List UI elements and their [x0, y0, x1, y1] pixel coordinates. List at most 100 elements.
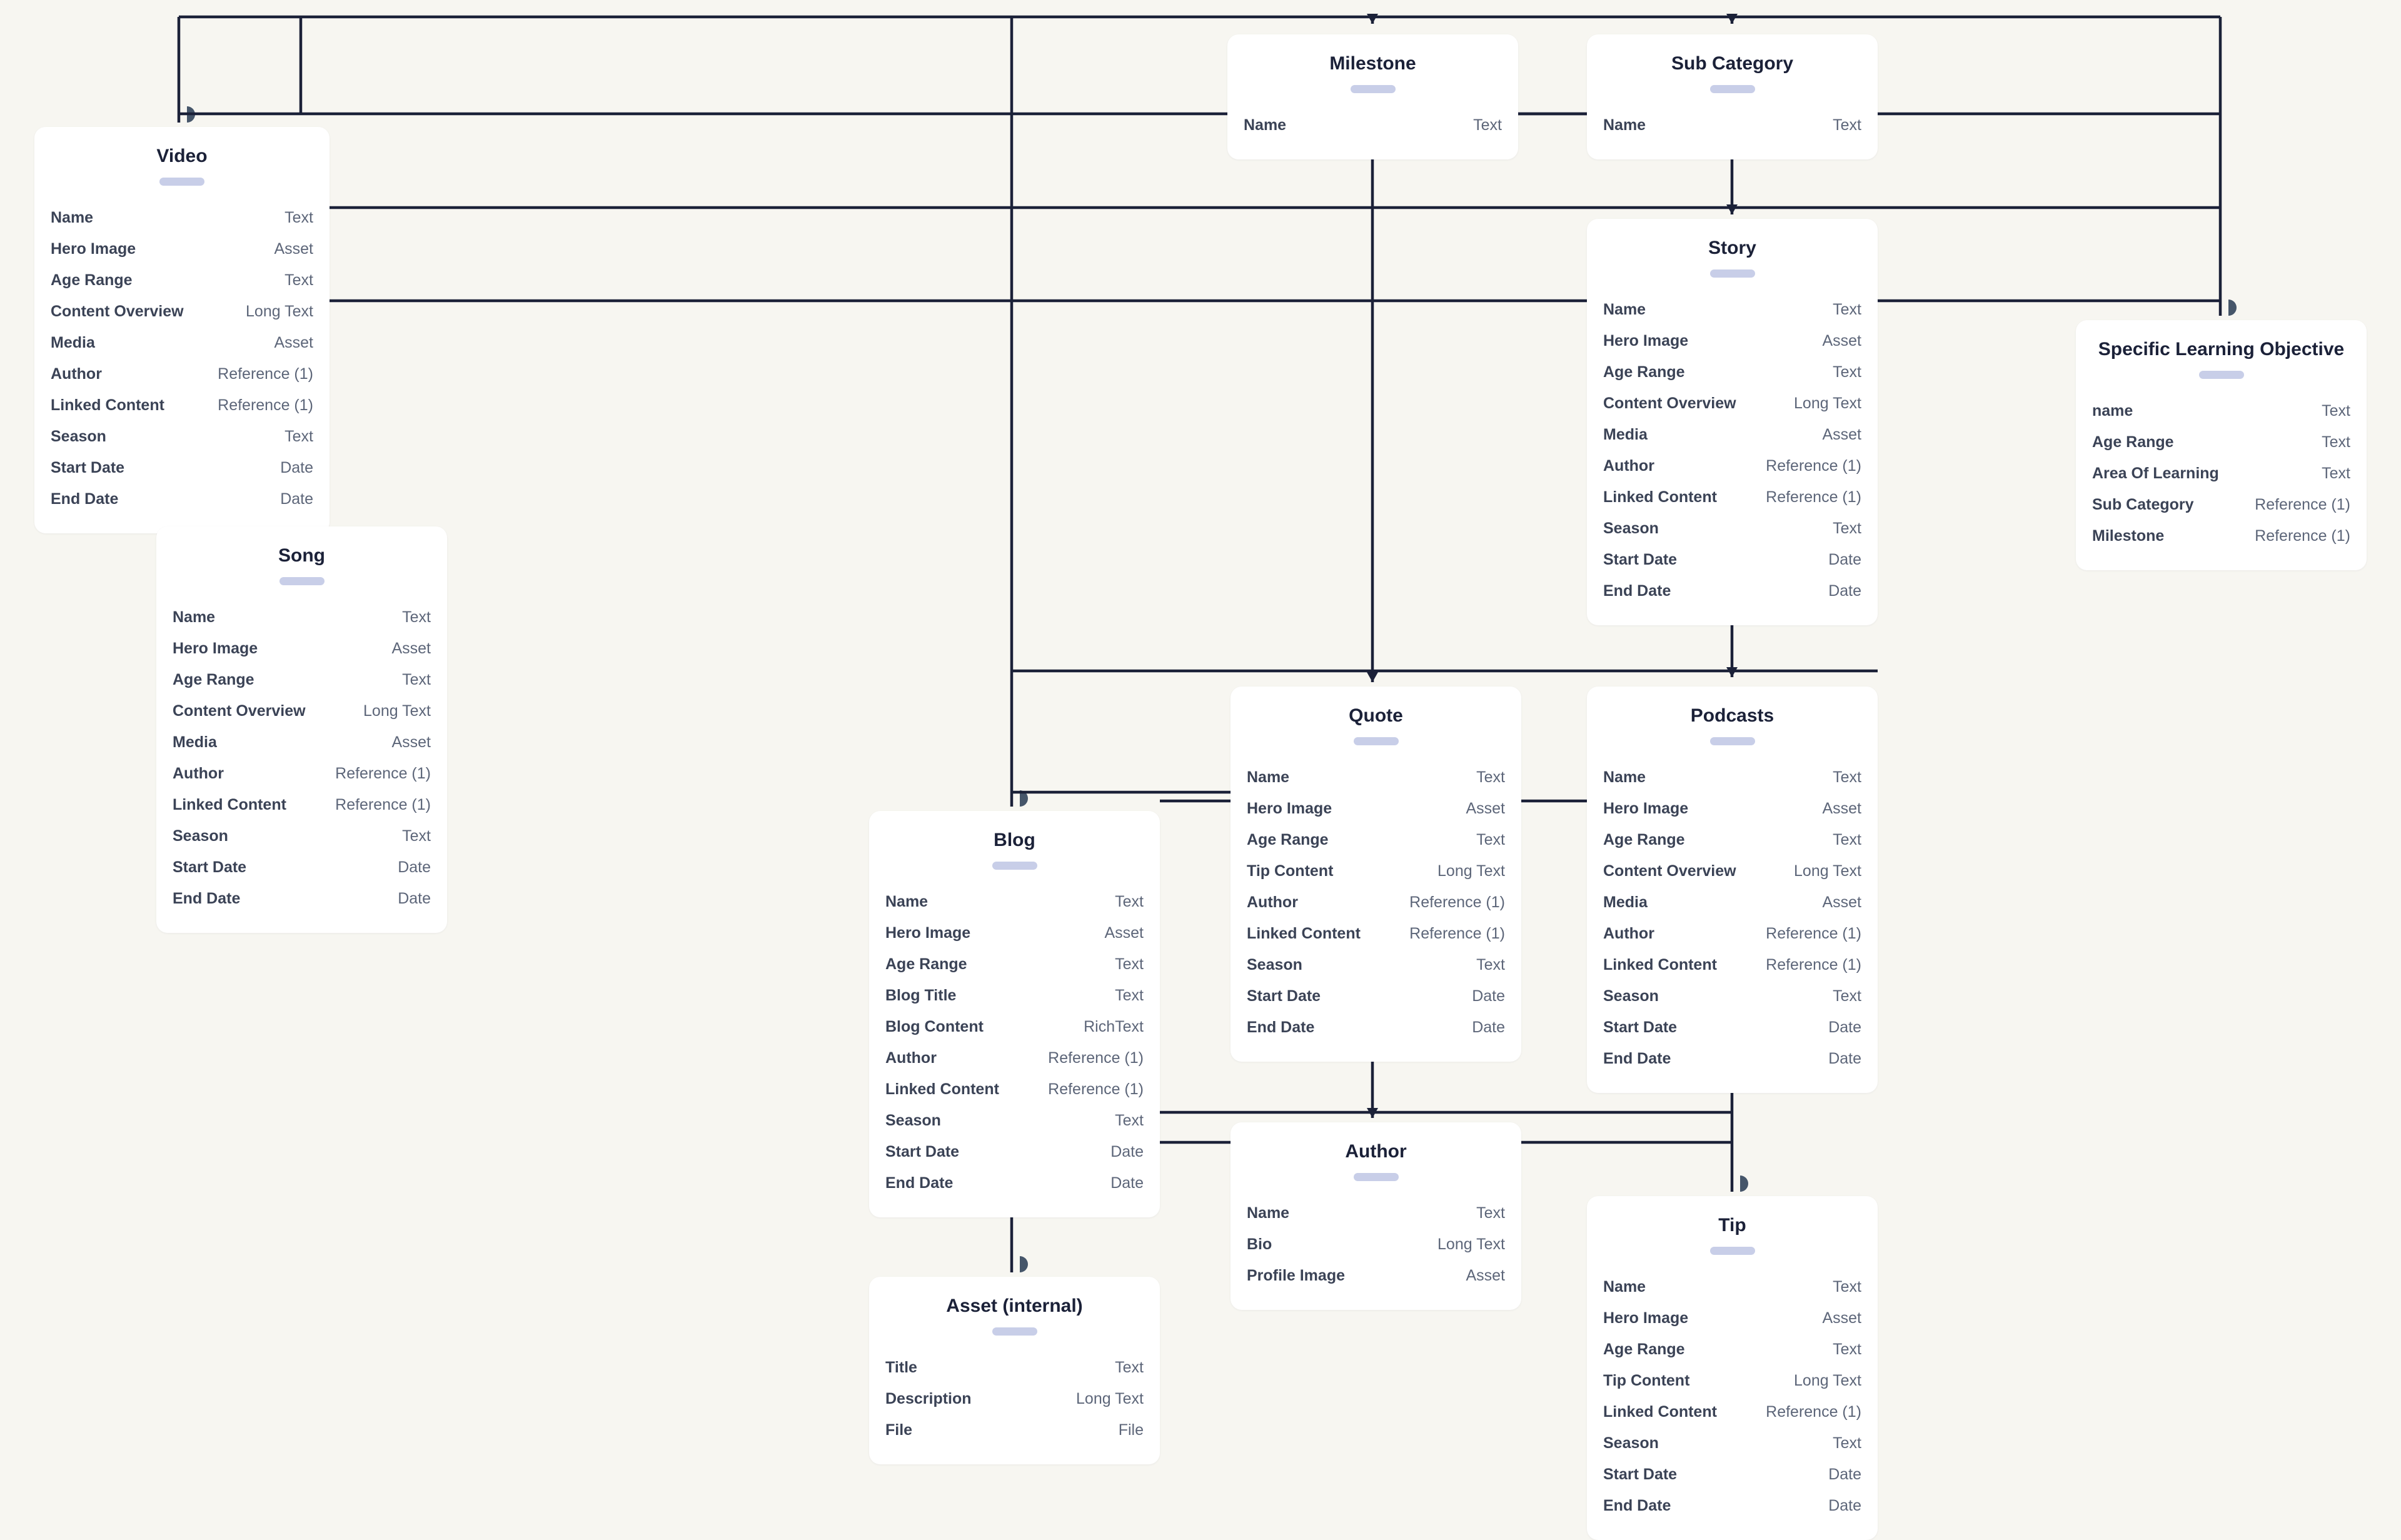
entity-field-row[interactable]: Content Overview Long Text: [1603, 388, 1861, 419]
entity-field-row[interactable]: Description Long Text: [885, 1383, 1144, 1414]
entity-field-row[interactable]: Media Asset: [173, 727, 431, 758]
entity-field-row[interactable]: Season Text: [51, 421, 313, 452]
entity-field-row[interactable]: Hero Image Asset: [51, 233, 313, 264]
entity-field-row[interactable]: Age Range Text: [2092, 426, 2350, 458]
entity-card-quote[interactable]: Quote Name Text Hero Image Asset Age Range Tex…: [1231, 687, 1521, 1062]
entity-field-row[interactable]: Author Reference (1): [1603, 450, 1861, 481]
entity-field-row[interactable]: Author Reference (1): [1603, 918, 1861, 949]
entity-field-row[interactable]: Linked Content Reference (1): [1603, 481, 1861, 513]
entity-field-row[interactable]: Linked Content Reference (1): [51, 390, 313, 421]
field-name: End Date: [1603, 1050, 1671, 1067]
entity-card-story[interactable]: Story Name Text Hero Image Asset Age Range Tex…: [1587, 219, 1878, 625]
entity-field-row[interactable]: Hero Image Asset: [1603, 325, 1861, 356]
entity-field-row[interactable]: Bio Long Text: [1247, 1229, 1505, 1260]
entity-field-row[interactable]: Tip Content Long Text: [1603, 1365, 1861, 1396]
entity-card-song[interactable]: Song Name Text Hero Image Asset Age Range Text…: [156, 526, 447, 933]
entity-field-row[interactable]: Media Asset: [51, 327, 313, 358]
entity-field-row[interactable]: Author Reference (1): [1247, 887, 1505, 918]
entity-field-row[interactable]: Name Text: [51, 202, 313, 233]
entity-field-row[interactable]: Profile Image Asset: [1247, 1260, 1505, 1291]
entity-field-row[interactable]: Start Date Date: [1247, 980, 1505, 1012]
entity-field-row[interactable]: Name Text: [1247, 762, 1505, 793]
entity-field-row[interactable]: Age Range Text: [1603, 1334, 1861, 1365]
entity-field-row[interactable]: Name Text: [1247, 1197, 1505, 1229]
entity-field-row[interactable]: Start Date Date: [1603, 1459, 1861, 1490]
entity-field-row[interactable]: Milestone Reference (1): [2092, 520, 2350, 551]
entity-field-row[interactable]: Linked Content Reference (1): [885, 1074, 1144, 1105]
entity-field-row[interactable]: Content Overview Long Text: [173, 695, 431, 727]
entity-badge-chip: [1353, 1173, 1399, 1181]
entity-field-row[interactable]: Hero Image Asset: [1247, 793, 1505, 824]
entity-card-video[interactable]: Video Name Text Hero Image Asset Age Range Tex…: [34, 127, 330, 533]
entity-field-row[interactable]: End Date Date: [51, 483, 313, 515]
entity-field-row[interactable]: Content Overview Long Text: [1603, 855, 1861, 887]
entity-field-row[interactable]: Linked Content Reference (1): [1247, 918, 1505, 949]
entity-field-row[interactable]: Hero Image Asset: [885, 917, 1144, 949]
entity-field-row[interactable]: name Text: [2092, 395, 2350, 426]
entity-field-row[interactable]: Tip Content Long Text: [1247, 855, 1505, 887]
entity-field-row[interactable]: Linked Content Reference (1): [1603, 1396, 1861, 1427]
field-name: Linked Content: [1603, 956, 1717, 974]
entity-field-row[interactable]: Season Text: [1247, 949, 1505, 980]
entity-field-row[interactable]: Author Reference (1): [51, 358, 313, 390]
entity-field-row[interactable]: Author Reference (1): [173, 758, 431, 789]
entity-field-row[interactable]: Start Date Date: [51, 452, 313, 483]
entity-field-row[interactable]: Start Date Date: [1603, 1012, 1861, 1043]
entity-field-row[interactable]: Linked Content Reference (1): [173, 789, 431, 820]
entity-field-row[interactable]: Age Range Text: [1247, 824, 1505, 855]
entity-field-row[interactable]: Content Overview Long Text: [51, 296, 313, 327]
entity-card-blog[interactable]: Blog Name Text Hero Image Asset Age Range Text…: [869, 811, 1160, 1217]
entity-field-row[interactable]: Season Text: [885, 1105, 1144, 1136]
entity-field-row[interactable]: Start Date Date: [173, 852, 431, 883]
entity-field-row[interactable]: Age Range Text: [1603, 824, 1861, 855]
entity-field-row[interactable]: End Date Date: [173, 883, 431, 914]
field-name: Age Range: [51, 271, 133, 289]
entity-field-row[interactable]: File File: [885, 1414, 1144, 1446]
entity-field-row[interactable]: End Date Date: [885, 1167, 1144, 1199]
entity-field-row[interactable]: Name Text: [885, 886, 1144, 917]
entity-field-row[interactable]: End Date Date: [1603, 575, 1861, 606]
entity-field-row[interactable]: Media Asset: [1603, 419, 1861, 450]
entity-field-row[interactable]: Title Text: [885, 1352, 1144, 1383]
entity-field-row[interactable]: Name Text: [1603, 294, 1861, 325]
entity-card-milestone[interactable]: Milestone Name Text: [1227, 34, 1518, 159]
entity-field-row[interactable]: Start Date Date: [1603, 544, 1861, 575]
entity-field-row[interactable]: Linked Content Reference (1): [1603, 949, 1861, 980]
entity-card-specific_learning_objective[interactable]: Specific Learning Objective name Text Age R…: [2076, 320, 2367, 570]
entity-field-row[interactable]: End Date Date: [1603, 1490, 1861, 1521]
entity-card-podcasts[interactable]: Podcasts Name Text Hero Image Asset Age Range…: [1587, 687, 1878, 1093]
entity-field-row[interactable]: Blog Content RichText: [885, 1011, 1144, 1042]
entity-field-row[interactable]: Blog Title Text: [885, 980, 1144, 1011]
entity-field-row[interactable]: Hero Image Asset: [1603, 1302, 1861, 1334]
entity-field-row[interactable]: Area Of Learning Text: [2092, 458, 2350, 489]
entity-field-row[interactable]: Age Range Text: [51, 264, 313, 296]
entity-field-row[interactable]: End Date Date: [1247, 1012, 1505, 1043]
entity-field-row[interactable]: Sub Category Reference (1): [2092, 489, 2350, 520]
entity-field-row[interactable]: Age Range Text: [1603, 356, 1861, 388]
entity-field-row[interactable]: Age Range Text: [173, 664, 431, 695]
entity-card-tip[interactable]: Tip Name Text Hero Image Asset Age Range Text T…: [1587, 1196, 1878, 1540]
entity-field-row[interactable]: Start Date Date: [885, 1136, 1144, 1167]
entity-field-row[interactable]: Name Text: [1603, 109, 1861, 141]
field-name: Age Range: [2092, 433, 2174, 451]
entity-field-row[interactable]: Name Text: [1603, 1271, 1861, 1302]
entity-field-row[interactable]: End Date Date: [1603, 1043, 1861, 1074]
connector-endpoint-dot-icon: [1020, 1256, 1028, 1272]
entity-card-sub_category[interactable]: Sub Category Name Text: [1587, 34, 1878, 159]
entity-field-row[interactable]: Season Text: [173, 820, 431, 852]
entity-field-row[interactable]: Name Text: [173, 601, 431, 633]
entity-field-row[interactable]: Hero Image Asset: [1603, 793, 1861, 824]
entity-card-asset_internal[interactable]: Asset (internal) Title Text Description Long…: [869, 1277, 1160, 1464]
entity-field-row[interactable]: Name Text: [1244, 109, 1502, 141]
entity-card-author[interactable]: Author Name Text Bio Long Text Profile Image A…: [1231, 1122, 1521, 1310]
field-name: Name: [1603, 768, 1646, 786]
entity-field-row[interactable]: Season Text: [1603, 1427, 1861, 1459]
entity-field-row[interactable]: Media Asset: [1603, 887, 1861, 918]
entity-field-row[interactable]: Season Text: [1603, 980, 1861, 1012]
entity-field-row[interactable]: Season Text: [1603, 513, 1861, 544]
entity-field-row[interactable]: Hero Image Asset: [173, 633, 431, 664]
field-name: Start Date: [1603, 1466, 1678, 1483]
entity-field-row[interactable]: Author Reference (1): [885, 1042, 1144, 1074]
entity-field-row[interactable]: Name Text: [1603, 762, 1861, 793]
entity-field-row[interactable]: Age Range Text: [885, 949, 1144, 980]
